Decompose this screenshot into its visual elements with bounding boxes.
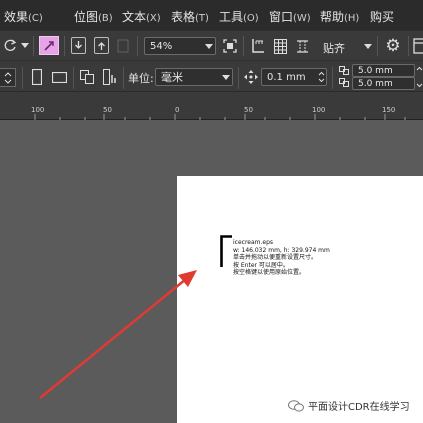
annotation-arrow-icon (39, 270, 197, 399)
watermark: 平面设计CDR在线学习 (288, 398, 410, 413)
watermark-text: 平面设计CDR在线学习 (308, 402, 410, 413)
wechat-icon (288, 399, 304, 412)
